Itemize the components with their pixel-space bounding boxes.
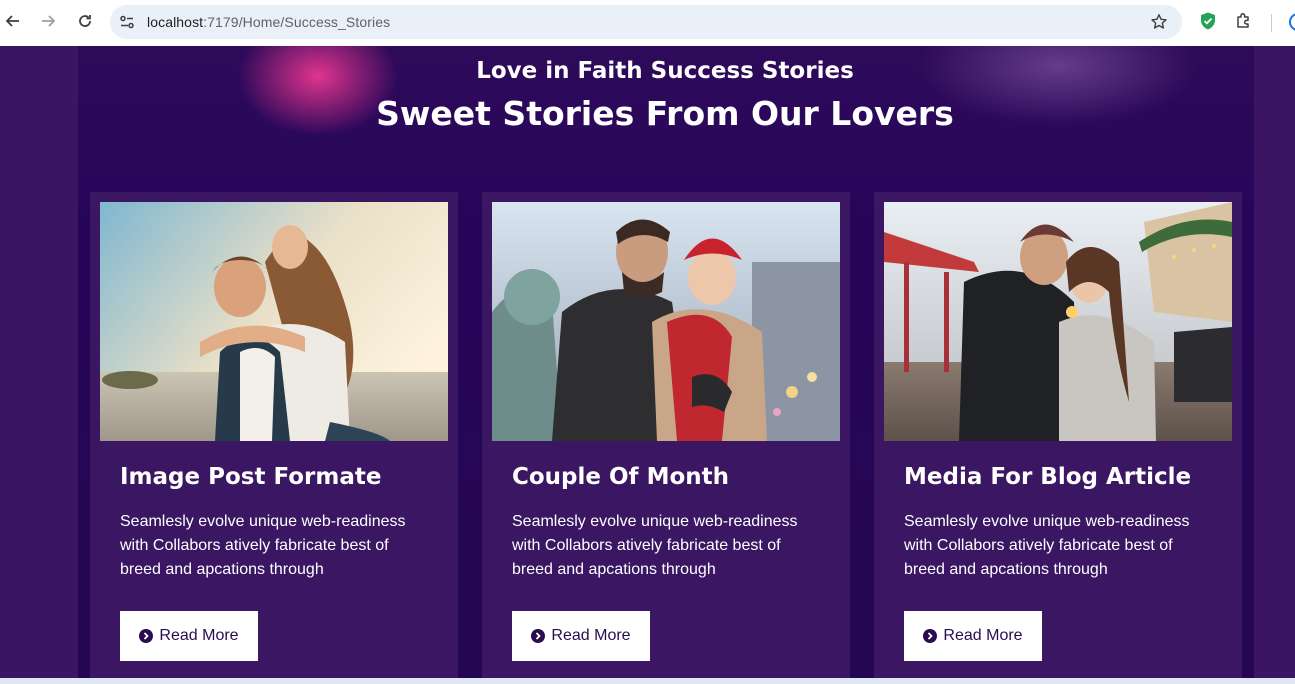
story-card: Couple Of Month Seamlesly evolve unique … — [482, 192, 850, 678]
address-bar[interactable]: localhost:7179/Home/Success_Stories — [110, 5, 1182, 39]
card-description: Seamlesly evolve unique web-readiness wi… — [120, 513, 406, 578]
forward-icon[interactable] — [36, 9, 60, 33]
section-headline: Sweet Stories From Our Lovers — [376, 94, 954, 133]
card-title: Image Post Formate — [120, 464, 382, 490]
story-image — [492, 202, 840, 441]
story-image — [100, 202, 448, 441]
read-more-label: Read More — [943, 627, 1023, 644]
card-description: Seamlesly evolve unique web-readiness wi… — [512, 513, 798, 578]
profile-icon[interactable] — [1288, 12, 1295, 32]
card-title: Media For Blog Article — [904, 464, 1192, 490]
extensions-puzzle-icon[interactable] — [1234, 11, 1254, 31]
window-bottom-edge — [0, 678, 1295, 684]
toolbar-separator — [1271, 14, 1272, 32]
url-host: localhost — [147, 14, 204, 30]
story-card: Image Post Formate Seamlesly evolve uniq… — [90, 192, 458, 678]
story-image — [884, 202, 1232, 441]
shield-extension-icon[interactable] — [1198, 11, 1218, 31]
back-icon[interactable] — [1, 9, 25, 33]
read-more-button[interactable]: Read More — [120, 611, 258, 661]
chevron-circle-right-icon — [531, 629, 546, 643]
url-text[interactable]: localhost:7179/Home/Success_Stories — [147, 14, 390, 30]
chevron-circle-right-icon — [139, 629, 154, 643]
read-more-label: Read More — [551, 627, 631, 644]
read-more-button[interactable]: Read More — [512, 611, 650, 661]
success-stories-page: Love in Faith Success Stories Sweet Stor… — [0, 46, 1295, 678]
card-title: Couple Of Month — [512, 464, 730, 490]
section-eyebrow: Love in Faith Success Stories — [476, 58, 854, 84]
story-card: Media For Blog Article Seamlesly evolve … — [874, 192, 1242, 678]
read-more-button[interactable]: Read More — [904, 611, 1042, 661]
card-description: Seamlesly evolve unique web-readiness wi… — [904, 513, 1190, 578]
url-path: :7179/Home/Success_Stories — [203, 14, 391, 30]
reload-icon[interactable] — [73, 9, 97, 33]
read-more-label: Read More — [159, 627, 239, 644]
bookmark-star-icon[interactable] — [1150, 13, 1168, 31]
site-settings-icon[interactable] — [119, 14, 135, 30]
chevron-circle-right-icon — [923, 629, 938, 643]
browser-toolbar: localhost:7179/Home/Success_Stories — [0, 0, 1295, 46]
